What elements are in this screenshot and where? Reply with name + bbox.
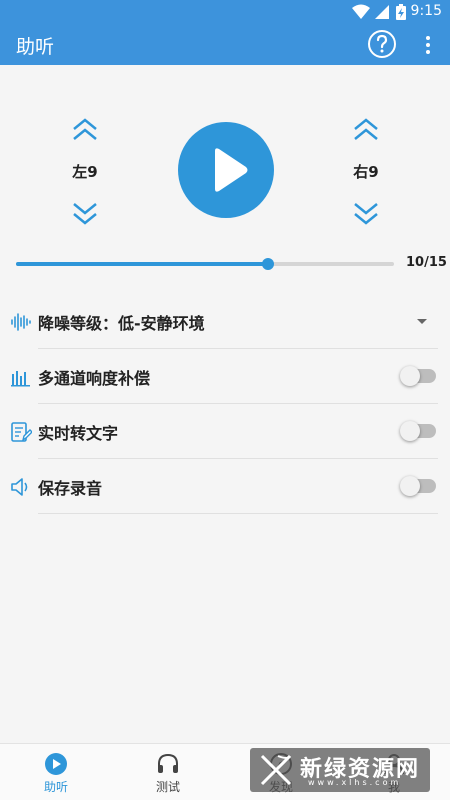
waveform-icon [11, 313, 31, 331]
save-recording-toggle[interactable] [400, 476, 436, 496]
status-bar: 9:15 [0, 0, 450, 24]
watermark: 新绿资源网 www.xlhs.com [250, 748, 430, 792]
right-volume-label: 右9 [353, 163, 379, 181]
app-bar: 助听 [0, 24, 450, 65]
noise-reduction-label: 降噪等级：低-安静环境 [38, 314, 205, 333]
battery-icon [396, 4, 406, 20]
multichannel-toggle[interactable] [400, 366, 436, 386]
equalizer-bars-icon [11, 371, 30, 387]
help-icon[interactable] [367, 29, 397, 59]
save-recording-label: 保存录音 [38, 479, 103, 498]
left-volume-down-icon[interactable] [70, 200, 100, 226]
more-options-icon[interactable] [420, 32, 436, 58]
right-volume-down-icon[interactable] [351, 200, 381, 226]
toggle-knob [400, 366, 420, 386]
multichannel-label: 多通道响度补偿 [38, 369, 151, 388]
slider-thumb[interactable] [262, 258, 274, 270]
speech-to-text-label: 实时转文字 [38, 424, 119, 443]
document-edit-icon [11, 422, 32, 442]
watermark-url: www.xlhs.com [308, 778, 402, 787]
play-icon [215, 148, 248, 192]
toggle-knob [400, 421, 420, 441]
speech-to-text-row: 实时转文字 [0, 404, 450, 459]
nav-label: 测试 [155, 780, 180, 794]
nav-item-hearing-aid[interactable]: 助听 [0, 744, 112, 800]
divider [38, 513, 438, 514]
slider-value: 10/15 [406, 255, 447, 270]
multichannel-row: 多通道响度补偿 [0, 349, 450, 404]
slider-fill [16, 262, 268, 266]
right-volume-up-icon[interactable] [351, 117, 381, 143]
nav-label: 助听 [43, 780, 68, 794]
dropdown-arrow-icon[interactable] [417, 319, 427, 324]
noise-reduction-row[interactable]: 降噪等级：低-安静环境 [0, 294, 450, 349]
play-button[interactable] [178, 122, 274, 218]
watermark-logo-icon [260, 754, 292, 786]
headphones-icon [158, 753, 178, 773]
volume-controls: 左9 右9 [0, 65, 450, 245]
wifi-icon [352, 4, 370, 19]
nav-item-test[interactable]: 测试 [112, 744, 224, 800]
speaker-icon [11, 478, 28, 496]
save-recording-row: 保存录音 [0, 459, 450, 514]
speech-to-text-toggle[interactable] [400, 421, 436, 441]
left-volume-up-icon[interactable] [70, 117, 100, 143]
signal-icon [375, 5, 389, 19]
play-circle-icon [45, 753, 67, 775]
status-time: 9:15 [410, 3, 442, 19]
left-volume-label: 左9 [72, 163, 98, 181]
page-title: 助听 [16, 36, 55, 58]
toggle-knob [400, 476, 420, 496]
gain-slider[interactable] [16, 254, 394, 274]
